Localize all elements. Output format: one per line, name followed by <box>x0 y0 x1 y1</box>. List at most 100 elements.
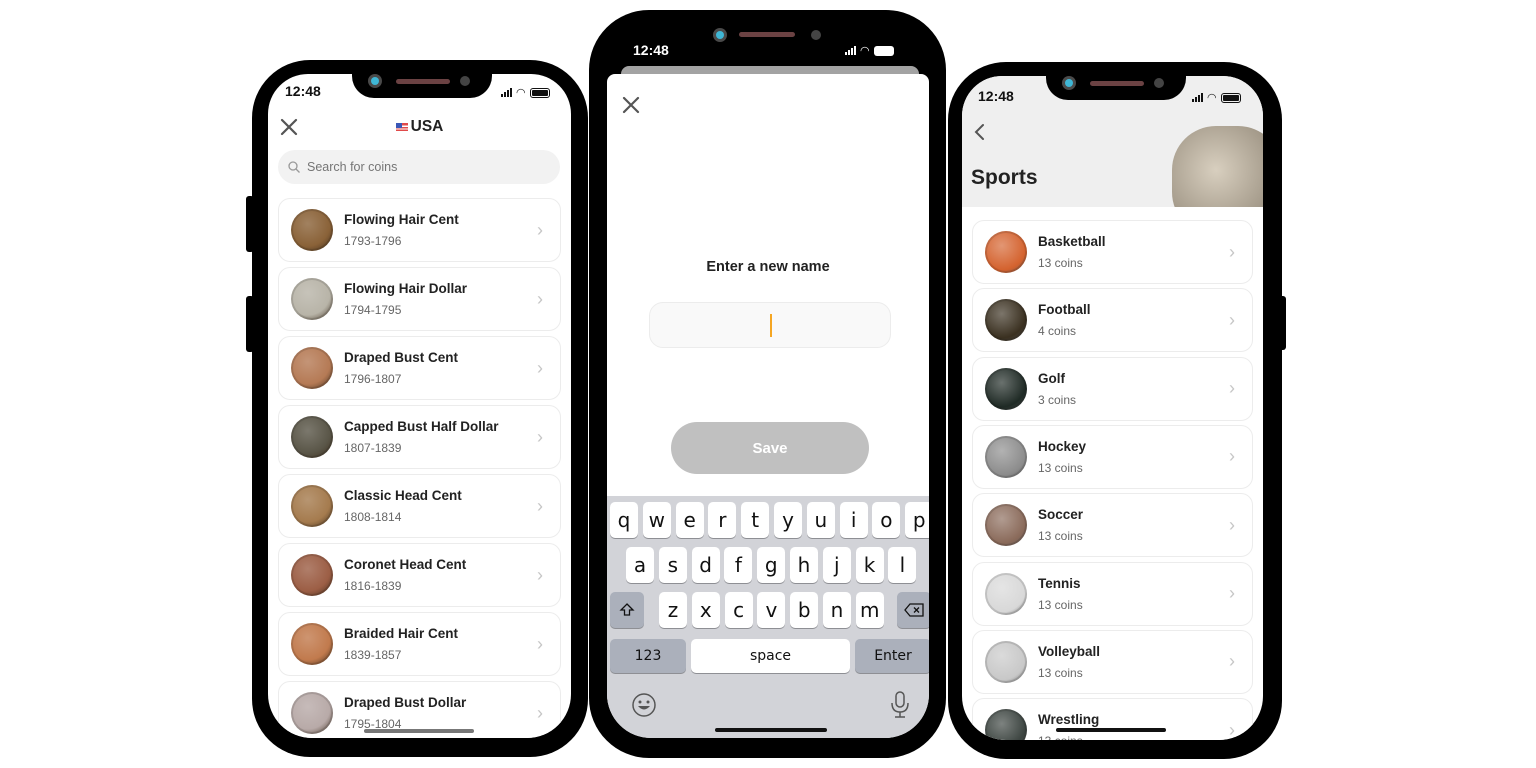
chevron-right-icon: › <box>1229 719 1235 740</box>
sport-category-item[interactable]: Wrestling 13 coins › <box>972 698 1253 740</box>
signal-icon <box>845 46 856 55</box>
shift-key[interactable] <box>610 592 644 628</box>
key-d[interactable]: d <box>691 547 720 583</box>
sport-coin-count: 13 coins <box>1038 460 1083 475</box>
sport-coin-count: 4 coins <box>1038 324 1077 339</box>
sport-text: Wrestling 13 coins <box>1038 712 1222 740</box>
status-icons: ◠ <box>1192 91 1241 104</box>
chevron-right-icon: › <box>1229 446 1235 467</box>
chevron-right-icon: › <box>537 357 543 378</box>
sport-name: Football <box>1038 302 1091 318</box>
coin-text: Draped Bust Dollar 1795-1804 <box>344 695 530 731</box>
emoji-button[interactable] <box>631 692 657 718</box>
search-field[interactable] <box>278 150 560 184</box>
chevron-right-icon: › <box>537 495 543 516</box>
key-s[interactable]: s <box>658 547 687 583</box>
key-e[interactable]: e <box>675 502 704 538</box>
coin-list-item[interactable]: Capped Bust Half Dollar 1807-1839 › <box>278 405 561 469</box>
search-input[interactable] <box>307 160 547 174</box>
key-l[interactable]: l <box>888 547 917 583</box>
key-c[interactable]: c <box>724 592 753 628</box>
coin-name: Classic Head Cent <box>344 488 462 503</box>
key-n[interactable]: n <box>823 592 851 628</box>
sport-category-item[interactable]: Basketball 13 coins › <box>972 220 1253 284</box>
coin-list-item[interactable]: Flowing Hair Cent 1793-1796 › <box>278 198 561 262</box>
backspace-key[interactable] <box>897 592 929 628</box>
key-j[interactable]: j <box>822 547 851 583</box>
name-input[interactable] <box>649 302 891 348</box>
sport-category-item[interactable]: Golf 3 coins › <box>972 356 1253 421</box>
key-u[interactable]: u <box>806 502 835 538</box>
coin-thumbnail <box>291 278 333 320</box>
key-g[interactable]: g <box>757 547 786 583</box>
key-o[interactable]: o <box>872 502 901 538</box>
sport-text: Tennis 13 coins <box>1038 576 1222 612</box>
coin-list-item[interactable]: Braided Hair Cent 1839-1857 › <box>278 612 561 676</box>
sport-coin-count: 13 coins <box>1038 665 1083 680</box>
key-t[interactable]: t <box>741 502 770 538</box>
coin-list-item[interactable]: Classic Head Cent 1808-1814 › <box>278 474 561 538</box>
coin-list-item[interactable]: Coronet Head Cent 1816-1839 › <box>278 543 561 607</box>
sport-category-item[interactable]: Tennis 13 coins › <box>972 561 1253 626</box>
screen-sports: 12:48 ◠ Sports Basketball 13 coins › Footba… <box>962 76 1263 740</box>
coin-thumbnail <box>291 554 333 596</box>
key-b[interactable]: b <box>790 592 819 628</box>
coin-list-item[interactable]: Flowing Hair Dollar 1794-1795 › <box>278 267 561 331</box>
key-k[interactable]: k <box>855 547 884 583</box>
key-y[interactable]: y <box>774 502 802 538</box>
status-time: 12:48 <box>285 83 321 99</box>
key-h[interactable]: h <box>790 547 818 583</box>
backspace-icon <box>904 603 924 617</box>
key-a[interactable]: a <box>626 547 654 583</box>
phone-frame-rename: 12:48 ◠ Enter a new name Save qwertyuiop… <box>589 10 946 758</box>
key-x[interactable]: x <box>691 592 720 628</box>
coin-text: Capped Bust Half Dollar 1807-1839 <box>344 419 530 455</box>
key-w[interactable]: w <box>642 502 671 538</box>
home-indicator <box>1056 728 1166 732</box>
sport-name: Volleyball <box>1038 643 1101 659</box>
coin-list-item[interactable]: Draped Bust Cent 1796-1807 › <box>278 336 561 400</box>
chevron-right-icon: › <box>1229 583 1235 603</box>
coin-years: 1808-1814 <box>344 510 402 524</box>
save-button[interactable]: Save <box>671 422 869 474</box>
sport-coin-thumbnail <box>985 299 1027 342</box>
sport-category-item[interactable]: Volleyball 13 coins › <box>972 629 1253 694</box>
key-v[interactable]: v <box>757 592 786 628</box>
coin-text: Flowing Hair Cent 1793-1796 <box>344 212 530 248</box>
sport-coin-count: 13 coins <box>1038 529 1083 544</box>
battery-icon <box>529 87 550 98</box>
sport-category-item[interactable]: Hockey 13 coins › <box>972 424 1253 489</box>
key-f[interactable]: f <box>724 547 753 583</box>
sport-coin-thumbnail <box>985 640 1027 683</box>
microphone-button[interactable] <box>889 690 911 720</box>
search-icon <box>288 161 300 173</box>
sport-coin-count: 3 coins <box>1038 392 1077 407</box>
sport-name: Hockey <box>1038 438 1087 454</box>
chevron-right-icon: › <box>1229 651 1235 672</box>
key-q[interactable]: q <box>610 502 638 538</box>
sport-text: Volleyball 13 coins <box>1038 644 1222 680</box>
key-p[interactable]: p <box>905 502 929 538</box>
rename-sheet: Enter a new name Save qwertyuiop asdfghj… <box>607 74 929 738</box>
coin-text: Coronet Head Cent 1816-1839 <box>344 557 530 593</box>
side-button <box>246 296 254 352</box>
microphone-icon <box>891 691 909 718</box>
sport-coin-thumbnail <box>985 504 1027 547</box>
back-button[interactable] <box>970 120 990 144</box>
key-r[interactable]: r <box>708 502 737 538</box>
notch <box>1046 76 1186 100</box>
coin-thumbnail <box>291 416 333 458</box>
key-i[interactable]: i <box>839 502 868 538</box>
home-indicator <box>364 729 474 733</box>
sport-category-item[interactable]: Soccer 13 coins › <box>972 493 1253 558</box>
close-button[interactable] <box>621 95 641 115</box>
chevron-right-icon: › <box>1229 514 1235 535</box>
key-z[interactable]: z <box>659 592 687 628</box>
sport-text: Football 4 coins <box>1038 302 1222 338</box>
space-key[interactable]: space <box>691 639 850 673</box>
numbers-key[interactable]: 123 <box>610 639 686 673</box>
key-m[interactable]: m <box>855 592 884 628</box>
page-title: USA <box>268 118 571 136</box>
enter-key[interactable]: Enter <box>855 639 929 673</box>
sport-category-item[interactable]: Football 4 coins › <box>972 288 1253 353</box>
